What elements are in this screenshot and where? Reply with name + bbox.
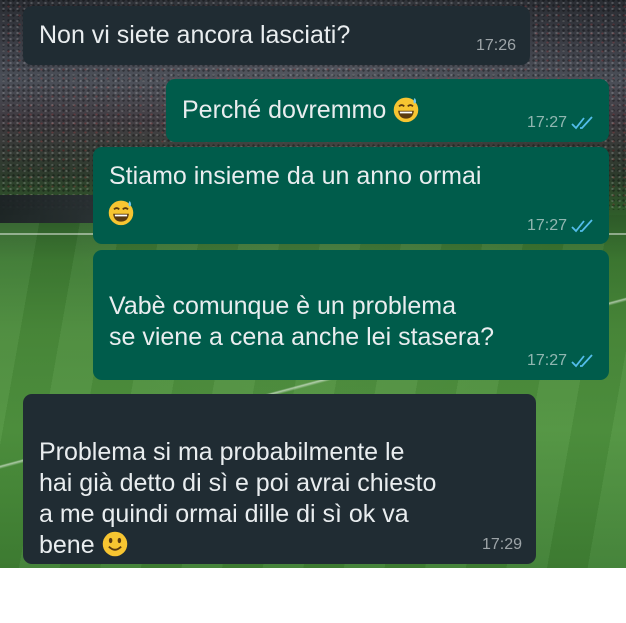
message-meta: 17:26 (476, 37, 516, 55)
read-double-check-icon (571, 219, 593, 233)
message-bubble-outgoing[interactable]: Perché dovremmo 17:27 (166, 79, 609, 142)
message-meta: 17:29 (482, 536, 522, 554)
message-text-content: Perché dovremmo (182, 96, 387, 124)
message-text: Stiamo insieme da un anno ormai (109, 162, 482, 190)
slightly-smiling-emoji-icon (102, 531, 127, 557)
message-time: 17:27 (526, 114, 567, 131)
read-double-check-icon (571, 116, 593, 130)
message-meta: 17:27 (527, 352, 595, 370)
message-text: Non vi siete ancora lasciati? (39, 21, 351, 49)
message-meta: 17:27 (527, 114, 595, 132)
message-bubble-incoming[interactable]: Problema si ma probabilmente le hai già … (23, 394, 536, 564)
message-text: Problema si ma probabilmente le hai già … (39, 437, 520, 561)
grinning-sweat-emoji-icon (108, 200, 134, 226)
read-double-check-icon (571, 354, 593, 368)
grinning-sweat-emoji-icon (394, 97, 419, 123)
message-bubble-incoming[interactable]: Non vi siete ancora lasciati? 17:26 (23, 6, 530, 65)
message-text: Vabè comunque è un problema se viene a c… (109, 292, 494, 351)
message-time: 17:26 (475, 37, 516, 54)
message-time: 17:27 (526, 217, 567, 234)
message-bubble-outgoing[interactable]: Stiamo insieme da un anno ormai 17:27 (93, 147, 609, 244)
message-time: 17:27 (526, 352, 567, 369)
message-text-content: Problema si ma probabilmente le hai già … (39, 438, 437, 559)
message-bubble-outgoing[interactable]: Vabè comunque è un problema se viene a c… (93, 250, 609, 380)
message-meta: 17:27 (527, 217, 595, 235)
message-time: 17:29 (481, 536, 522, 553)
